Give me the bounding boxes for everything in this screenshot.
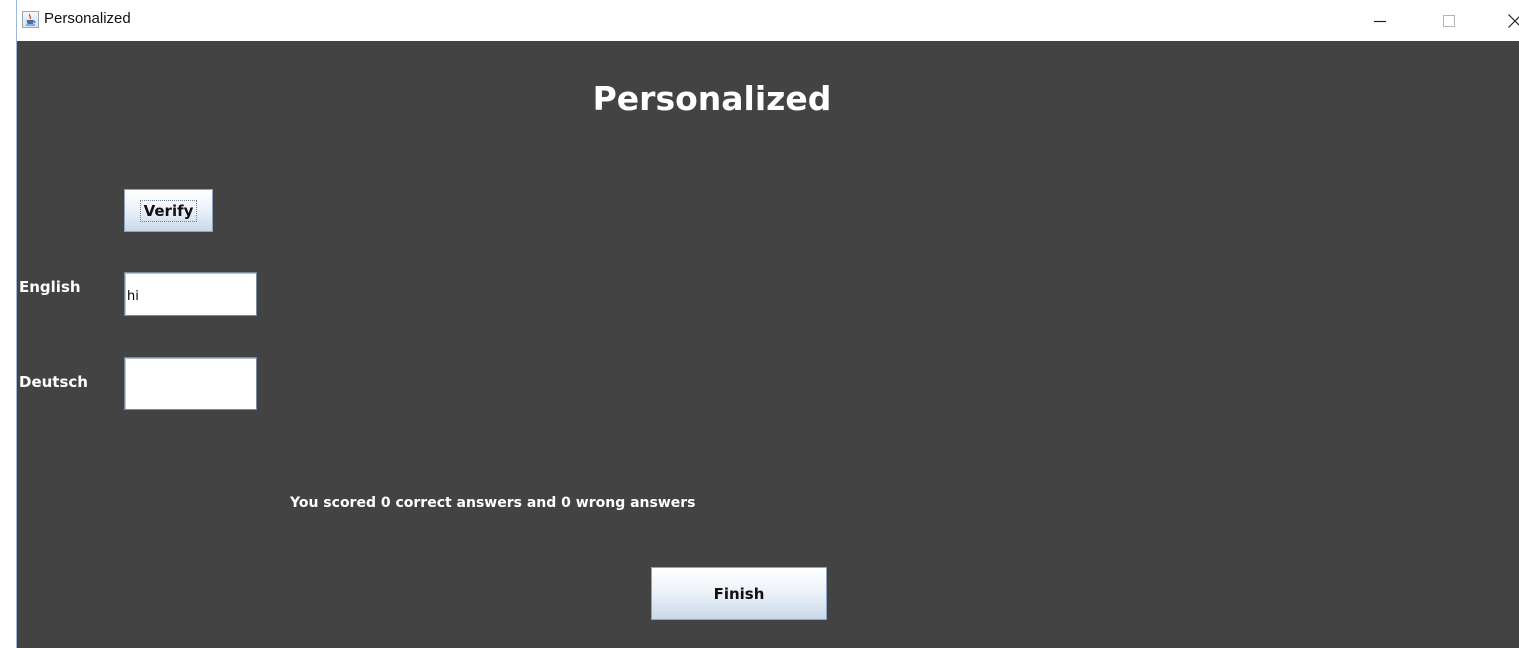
- maximize-button[interactable]: [1426, 0, 1472, 41]
- deutsch-field[interactable]: [124, 357, 257, 410]
- finish-button[interactable]: Finish: [651, 567, 827, 620]
- close-icon: [1508, 13, 1519, 28]
- minimize-icon: [1374, 20, 1386, 22]
- java-coffee-cup-icon[interactable]: [22, 11, 39, 28]
- verify-button-label: Verify: [139, 199, 198, 222]
- close-button[interactable]: [1492, 0, 1519, 41]
- content-panel: Personalized Verify English Deutsch You …: [17, 41, 1519, 648]
- page-title: Personalized: [592, 79, 832, 118]
- title-bar[interactable]: Personalized: [17, 0, 1519, 41]
- score-text: You scored 0 correct answers and 0 wrong…: [290, 495, 696, 511]
- english-field[interactable]: [124, 272, 257, 316]
- minimize-button[interactable]: [1357, 0, 1403, 41]
- finish-button-label: Finish: [713, 584, 765, 603]
- verify-button[interactable]: Verify: [124, 189, 213, 232]
- app-window: Personalized Personalized Verify English…: [16, 0, 1519, 648]
- deutsch-label: Deutsch: [19, 373, 88, 391]
- maximize-icon: [1443, 14, 1455, 27]
- english-label: English: [19, 278, 81, 296]
- window-title: Personalized: [44, 10, 131, 27]
